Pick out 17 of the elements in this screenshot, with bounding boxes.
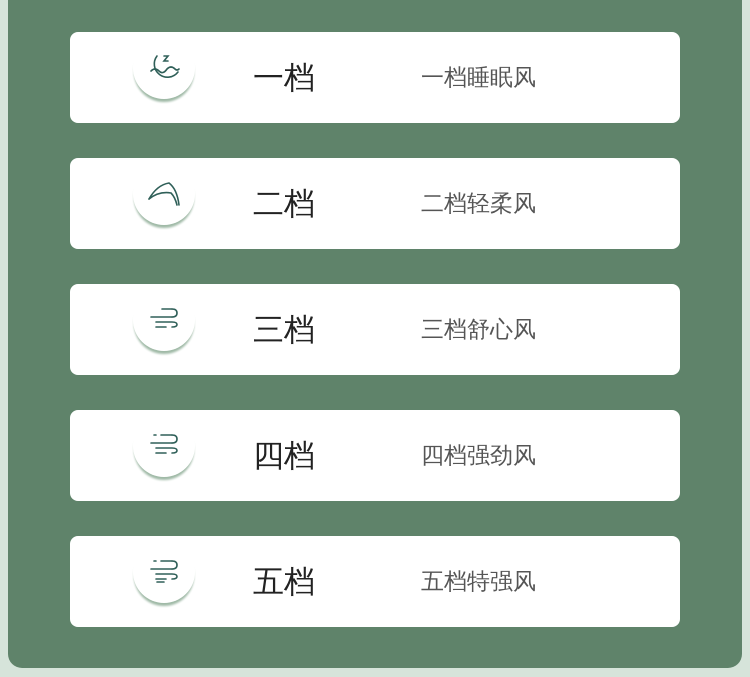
speed-card[interactable]: 二档 二档轻柔风 [70, 158, 680, 249]
speed-card[interactable]: 五档 五档特强风 [70, 536, 680, 627]
speed-card[interactable]: 三档 三档舒心风 [70, 284, 680, 375]
speed-description: 四档强劲风 [421, 442, 536, 471]
speed-card[interactable]: 四档 四档强劲风 [70, 410, 680, 501]
leaf-icon [147, 180, 181, 206]
speed-name: 三档 [253, 310, 316, 350]
speed-description: 一档睡眠风 [421, 64, 536, 93]
speed-description: 二档轻柔风 [421, 190, 536, 219]
speed-card[interactable]: 一档 一档睡眠风 [70, 32, 680, 123]
speed-name: 五档 [253, 562, 316, 602]
speed-name: 一档 [253, 58, 316, 98]
speed-description: 三档舒心风 [421, 316, 536, 345]
wind-icon [148, 558, 180, 586]
speed-description: 五档特强风 [421, 568, 536, 597]
speed-name: 二档 [253, 184, 316, 224]
speed-name: 四档 [253, 436, 316, 476]
